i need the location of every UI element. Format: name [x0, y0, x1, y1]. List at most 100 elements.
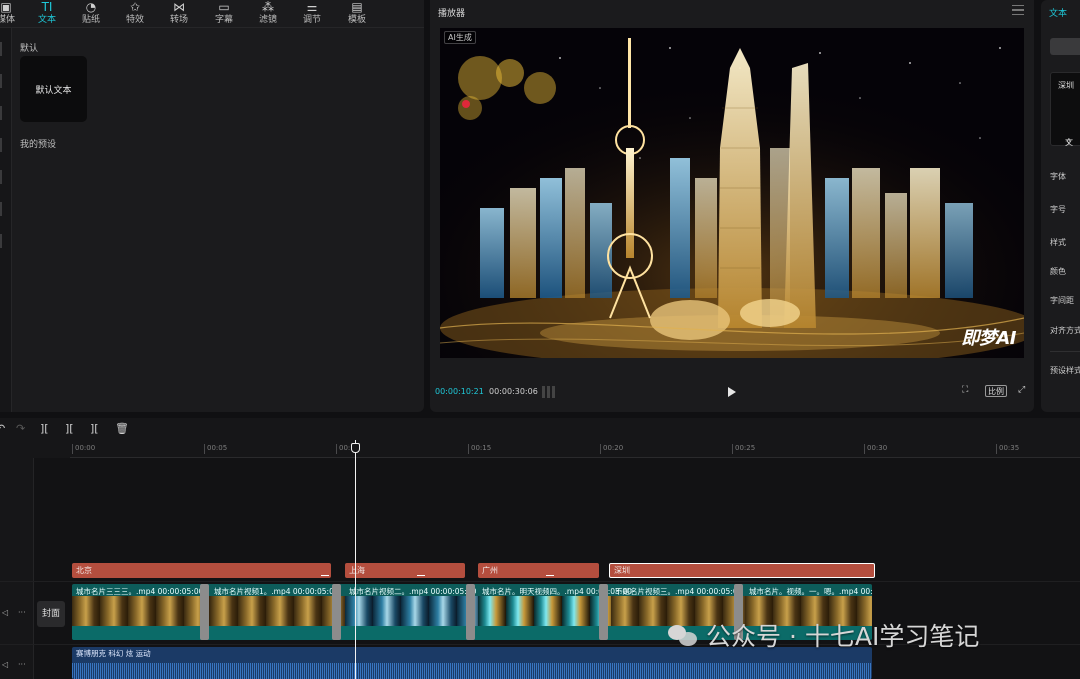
transition-marker[interactable]	[466, 584, 475, 640]
text-icon: TI	[41, 0, 53, 14]
tab-media[interactable]: ▣ 媒体	[0, 0, 26, 28]
adjust-icon: ⚌	[306, 0, 318, 14]
video-editor-window: ▣ 媒体 TI 文本 ◔ 贴纸 ✩ 特效 ⋈ 转场 ▭ 字幕 ⁂ 滤镜 ⚌ 调节…	[0, 0, 1080, 679]
video-clip-label: 城市名片。明天视频四。.mp4 00:00:05:00	[482, 587, 632, 596]
default-text-card[interactable]: 默认文本	[20, 56, 87, 122]
ratio-button[interactable]: 比例	[985, 385, 1007, 397]
properties-title[interactable]: 文本	[1049, 6, 1067, 19]
clip-footer	[478, 626, 611, 640]
rail-item[interactable]	[0, 234, 2, 248]
clip-footer	[210, 626, 345, 640]
rail-item[interactable]	[0, 74, 2, 88]
tab-caption[interactable]: ▭ 字幕	[204, 0, 244, 28]
tab-label: 文本	[37, 15, 56, 25]
tab-transition[interactable]: ⋈ 转场	[159, 0, 199, 28]
trim-right-icon[interactable]: ][	[90, 422, 99, 435]
media-icon: ▣	[0, 0, 12, 14]
video-clip[interactable]: 城市名片视频1。.mp4 00:00:05:00	[210, 584, 345, 640]
wechat-watermark-text: 公众号 · 十七AI学习笔记	[706, 622, 980, 651]
video-clip-label: 不是名片视频三。.mp4 00:00:05:00	[615, 587, 743, 596]
preset-select[interactable]	[1050, 38, 1080, 55]
tab-template[interactable]: ▤ 模板	[337, 0, 377, 28]
text-library-panel: ▣ 媒体 TI 文本 ◔ 贴纸 ✩ 特效 ⋈ 转场 ▭ 字幕 ⁂ 滤镜 ⚌ 调节…	[0, 0, 424, 412]
text-clip[interactable]: 上海	[345, 563, 465, 578]
undo-icon[interactable]: ↶	[0, 422, 5, 435]
jimeng-watermark: 即梦AI	[961, 328, 1016, 349]
tab-filter[interactable]: ⁂ 滤镜	[248, 0, 288, 28]
trim-left-icon[interactable]: ][	[65, 422, 74, 435]
tab-label: 转场	[169, 15, 188, 25]
transition-icon: ⋈	[173, 0, 185, 14]
video-clip[interactable]: 城市名片三三三。.mp4 00:00:05:00	[72, 584, 210, 640]
tab-label: 贴纸	[81, 15, 100, 25]
time-ruler[interactable]: 00:00 00:05 00:10 00:15 00:20 00:25 00:3…	[70, 442, 1080, 458]
video-preview[interactable]: AI生成 即梦AI	[440, 28, 1024, 358]
split-icon[interactable]: ][	[40, 422, 49, 435]
clip-footer	[72, 626, 210, 640]
clip-handle[interactable]	[417, 575, 425, 576]
clip-thumbnails	[345, 596, 478, 626]
transition-marker[interactable]	[200, 584, 209, 640]
menu-icon[interactable]	[1012, 5, 1024, 15]
audio-mute-icon[interactable]: ◁	[2, 660, 8, 669]
delete-icon[interactable]: 🗑	[115, 422, 129, 435]
tab-sticker[interactable]: ◔ 贴纸	[71, 0, 111, 28]
wechat-watermark: 公众号 · 十七AI学习笔记	[668, 618, 979, 652]
fit-view-icon[interactable]: ⛶	[962, 385, 968, 395]
ruler-tick: 00:20	[600, 444, 623, 454]
prop-color: 颜色	[1050, 267, 1066, 276]
transition-marker[interactable]	[599, 584, 608, 640]
track-headers	[0, 458, 34, 679]
playhead-handle[interactable]	[351, 443, 360, 453]
track-divider	[0, 581, 1080, 582]
current-timecode: 00:00:10:21	[435, 387, 484, 396]
tab-effects[interactable]: ✩ 特效	[115, 0, 155, 28]
mute-icon[interactable]: ◁	[2, 608, 8, 617]
playhead[interactable]	[355, 440, 356, 679]
cover-button[interactable]: 封面	[37, 601, 65, 627]
clip-handle[interactable]	[546, 575, 554, 576]
top-tabs: ▣ 媒体 TI 文本 ◔ 贴纸 ✩ 特效 ⋈ 转场 ▭ 字幕 ⁂ 滤镜 ⚌ 调节…	[0, 0, 424, 28]
tab-adjust[interactable]: ⚌ 调节	[292, 0, 332, 28]
fullscreen-icon[interactable]: ⤢	[1018, 385, 1025, 395]
timecode-format-icon[interactable]	[542, 386, 558, 398]
more-icon[interactable]: ···	[18, 660, 26, 669]
redo-icon[interactable]: ↷	[16, 422, 25, 435]
text-content-value: 深圳	[1058, 81, 1074, 90]
text-clip[interactable]: 北京	[72, 563, 331, 578]
total-timecode: 00:00:30:06	[489, 387, 538, 396]
rail-item[interactable]	[0, 106, 2, 120]
text-clip-label: 上海	[349, 566, 365, 575]
tab-text[interactable]: TI 文本	[27, 0, 67, 28]
city-skyline-image	[440, 28, 1024, 358]
wechat-icon	[668, 623, 698, 647]
more-icon[interactable]: ···	[18, 608, 26, 617]
rail-item[interactable]	[0, 42, 2, 56]
video-clip-label: 城市名片三三三。.mp4 00:00:05:00	[76, 587, 204, 596]
category-rail	[0, 28, 12, 412]
rail-item[interactable]	[0, 202, 2, 216]
audio-waveform	[72, 663, 872, 679]
clip-thumbnails	[210, 596, 345, 626]
ai-generated-watermark: AI生成	[444, 31, 476, 44]
rail-item[interactable]	[0, 170, 2, 184]
transition-marker[interactable]	[332, 584, 341, 640]
video-clip[interactable]: 城市名片视频二。.mp4 00:00:05:00	[345, 584, 478, 640]
text-clip-selected[interactable]: 深圳	[609, 563, 875, 578]
timeline-toolbar: ↶ ↷ ][ ][ ][ 🗑	[0, 418, 1080, 440]
preset-style-label[interactable]: 预设样式	[1050, 365, 1080, 376]
prop-size: 字号	[1050, 205, 1066, 214]
text-clip-label: 北京	[76, 566, 92, 575]
text-clip[interactable]: 广州	[478, 563, 599, 578]
rail-item[interactable]	[0, 138, 2, 152]
text-clip-label: 广州	[482, 566, 498, 575]
ruler-tick: 00:00	[72, 444, 95, 454]
clip-handle[interactable]	[321, 575, 329, 576]
tab-label: 模板	[347, 15, 366, 25]
video-clip[interactable]: 城市名片。明天视频四。.mp4 00:00:05:00	[478, 584, 632, 640]
sticker-icon: ◔	[85, 0, 97, 14]
text-content-field[interactable]: 深圳 ✧ 文	[1050, 72, 1080, 147]
text-clip-label: 深圳	[614, 566, 630, 575]
filter-icon: ⁂	[262, 0, 274, 14]
play-button[interactable]	[728, 387, 736, 397]
